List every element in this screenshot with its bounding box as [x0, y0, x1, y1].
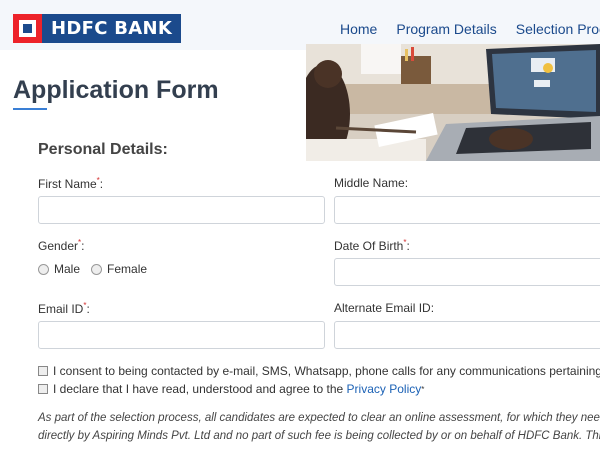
hero-photo	[306, 44, 600, 161]
section-title-personal: Personal Details:	[38, 141, 168, 158]
nav-selection-process[interactable]: Selection Process	[516, 21, 600, 37]
gender-male-radio[interactable]	[38, 263, 49, 275]
gender-female-radio[interactable]	[91, 263, 103, 275]
declare-checkbox[interactable]	[38, 384, 48, 394]
assessment-note-line1: As part of the selection process, all ca…	[38, 412, 600, 424]
declare-text: I declare that I have read, understood a…	[53, 382, 347, 396]
alt-email-label: Alternate Email ID:	[334, 301, 435, 315]
gender-male-label[interactable]: Male	[54, 262, 80, 276]
privacy-policy-link[interactable]: Privacy Policy	[347, 382, 422, 396]
hdfc-logo[interactable]: HDFC BANK	[13, 14, 181, 43]
page-title: Application Form	[13, 76, 219, 104]
gender-label: Gender*:	[38, 238, 85, 253]
consent-contact-checkbox[interactable]	[38, 366, 48, 376]
first-name-input[interactable]	[38, 196, 325, 224]
consent-contact-row: I consent to being contacted by e-mail, …	[38, 364, 600, 378]
middle-name-label: Middle Name:	[334, 176, 409, 190]
main-nav: Home Program Details Selection Process	[340, 21, 600, 37]
nav-home[interactable]: Home	[340, 21, 377, 37]
middle-name-input[interactable]	[334, 196, 600, 224]
gender-options: Male Female	[38, 262, 158, 276]
dob-label: Date Of Birth*:	[334, 238, 410, 253]
consent-contact-text: I consent to being contacted by e-mail, …	[53, 364, 600, 378]
alt-email-input[interactable]	[334, 321, 600, 349]
nav-program-details[interactable]: Program Details	[396, 21, 496, 37]
email-label: Email ID*:	[38, 301, 90, 316]
title-underline	[13, 108, 47, 110]
first-name-label: First Name*:	[38, 176, 104, 191]
top-bar: HDFC BANK Home Program Details Selection…	[0, 0, 600, 50]
hdfc-mark-icon	[13, 14, 42, 43]
gender-female-label[interactable]: Female	[107, 262, 147, 276]
email-input[interactable]	[38, 321, 325, 349]
declare-row: I declare that I have read, understood a…	[38, 382, 424, 396]
logo-text: HDFC BANK	[51, 18, 173, 39]
dob-input[interactable]	[334, 258, 600, 286]
assessment-note-line2: directly by Aspiring Minds Pvt. Ltd and …	[38, 430, 600, 442]
